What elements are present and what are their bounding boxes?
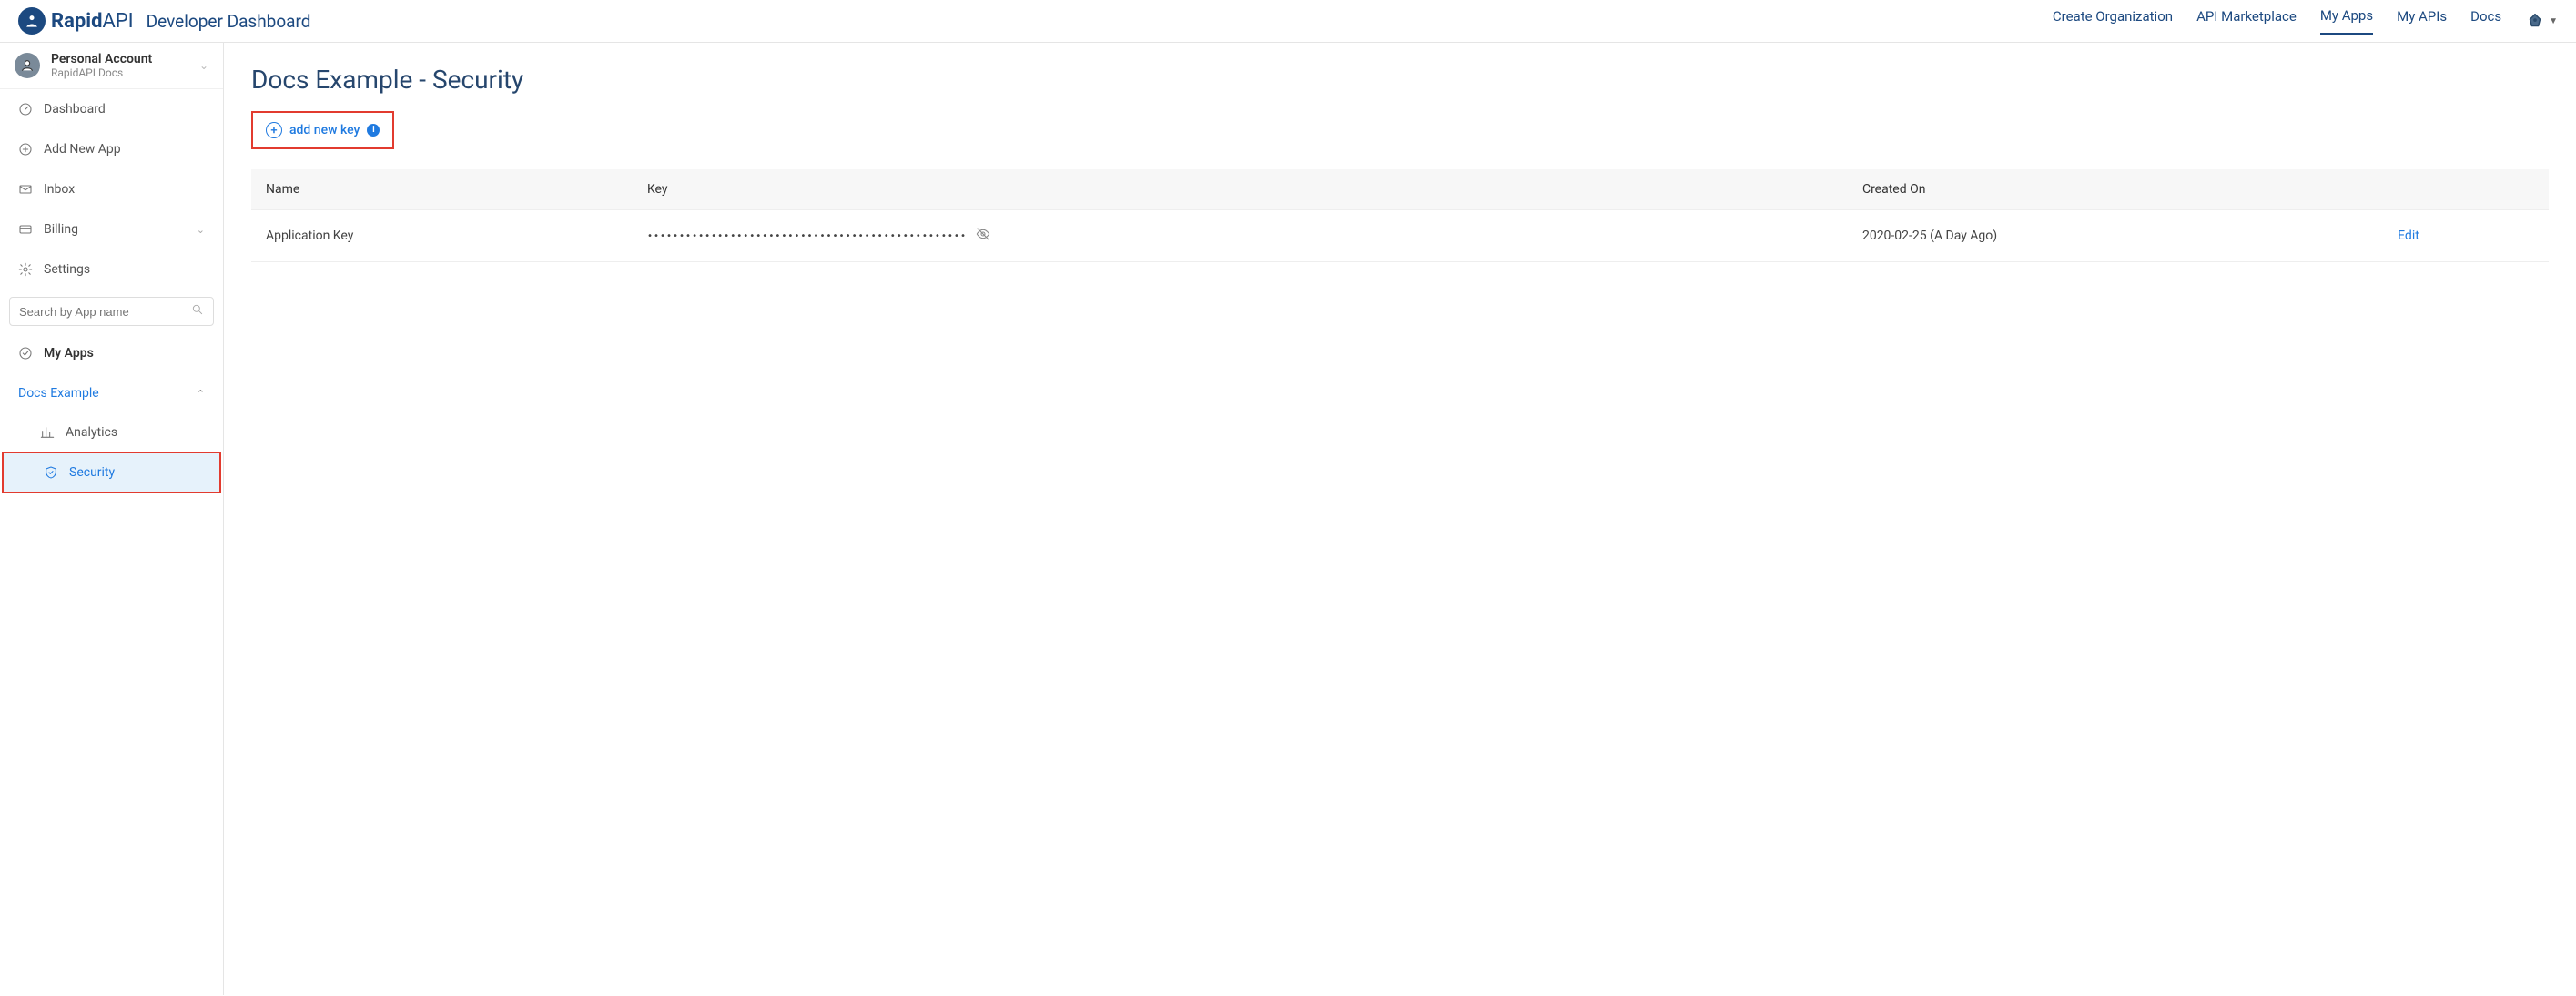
layout: Personal Account RapidAPI Docs ⌄ Dashboa… [0,43,2576,995]
col-actions [2383,169,2549,210]
nav-api-marketplace[interactable]: API Marketplace [2196,8,2297,34]
sidebar-item-label: My Apps [44,346,205,361]
col-created: Created On [1848,169,2383,210]
sidebar-item-label: Dashboard [44,102,205,117]
nav-my-apis[interactable]: My APIs [2397,8,2447,34]
keys-table: Name Key Created On Application Key ••••… [251,169,2549,262]
sidebar-item-billing[interactable]: Billing ⌄ [0,209,223,249]
search-box[interactable] [9,297,214,326]
logo-text: RapidAPI [51,10,134,33]
sidebar-item-security[interactable]: Security [4,453,219,492]
add-key-label: add new key [289,123,360,137]
chevron-up-icon: ⌃ [197,388,205,400]
check-circle-icon [18,346,33,361]
logo-icon [18,7,46,35]
gauge-icon [18,102,33,117]
info-icon[interactable]: i [367,124,380,137]
sidebar-item-analytics[interactable]: Analytics [0,413,223,452]
table-row: Application Key ••••••••••••••••••••••••… [251,210,2549,262]
header: RapidAPI Developer Dashboard Create Orga… [0,0,2576,43]
header-left: RapidAPI Developer Dashboard [18,7,311,35]
search-icon [191,303,204,320]
cell-created: 2020-02-25 (A Day Ago) [1848,210,2383,262]
sidebar-item-add-app[interactable]: Add New App [0,129,223,169]
chevron-down-icon: ⌄ [197,224,205,236]
logo[interactable]: RapidAPI [18,7,134,35]
account-switcher[interactable]: Personal Account RapidAPI Docs ⌄ [0,43,223,89]
sidebar-item-label: Analytics [66,425,117,440]
nav-create-organization[interactable]: Create Organization [2053,8,2173,34]
eye-off-icon[interactable] [976,227,990,245]
plus-circle-icon [18,142,33,157]
add-new-key-button[interactable]: + add new key [266,122,360,138]
chevron-down-icon: ⌄ [199,59,208,72]
nav-my-apps[interactable]: My Apps [2320,7,2373,35]
sidebar-item-dashboard[interactable]: Dashboard [0,89,223,129]
table-header-row: Name Key Created On [251,169,2549,210]
nav-docs[interactable]: Docs [2470,8,2501,34]
sidebar-item-settings[interactable]: Settings [0,249,223,290]
shield-icon [44,465,58,480]
bar-chart-icon [40,425,55,440]
col-name: Name [251,169,633,210]
app-group-name: Docs Example [18,386,99,401]
mail-icon [18,182,33,197]
col-key: Key [633,169,1848,210]
sidebar-item-label: Billing [44,222,186,237]
account-sub: RapidAPI Docs [51,66,188,79]
credit-card-icon [18,222,33,237]
edit-link[interactable]: Edit [2398,229,2419,243]
sidebar-item-label: Add New App [44,142,205,157]
gear-icon [18,262,33,277]
sidebar-item-inbox[interactable]: Inbox [0,169,223,209]
sidebar-item-label: Security [69,465,115,480]
header-nav: Create Organization API Marketplace My A… [2053,7,2558,35]
plus-circle-icon: + [266,122,282,138]
sidebar-item-label: Settings [44,262,205,277]
cell-key: ••••••••••••••••••••••••••••••••••••••••… [633,210,1848,262]
sidebar-item-my-apps[interactable]: My Apps [0,333,223,373]
user-icon [15,53,40,78]
search-input[interactable] [19,305,191,319]
highlight-box-add-key: + add new key i [251,111,394,149]
app-group-header[interactable]: Docs Example ⌃ [0,373,223,413]
sidebar: Personal Account RapidAPI Docs ⌄ Dashboa… [0,43,224,995]
caret-down-icon: ▼ [2549,16,2558,26]
cell-actions: Edit [2383,210,2549,262]
app-group: Docs Example ⌃ Analytics Security [0,373,223,493]
cell-name: Application Key [251,210,633,262]
sidebar-item-label: Inbox [44,182,205,197]
account-text: Personal Account RapidAPI Docs [51,52,188,79]
header-title: Developer Dashboard [147,11,311,32]
page-title: Docs Example - Security [251,65,2549,95]
highlight-box-security: Security [2,452,221,493]
account-name: Personal Account [51,52,188,66]
user-menu[interactable]: ▼ [2525,11,2558,31]
user-avatar-icon [2525,11,2545,31]
main: Docs Example - Security + add new key i … [224,43,2576,995]
add-key-row: + add new key i [251,111,2549,149]
key-masked: ••••••••••••••••••••••••••••••••••••••••… [647,231,967,241]
search-wrap [0,290,223,333]
